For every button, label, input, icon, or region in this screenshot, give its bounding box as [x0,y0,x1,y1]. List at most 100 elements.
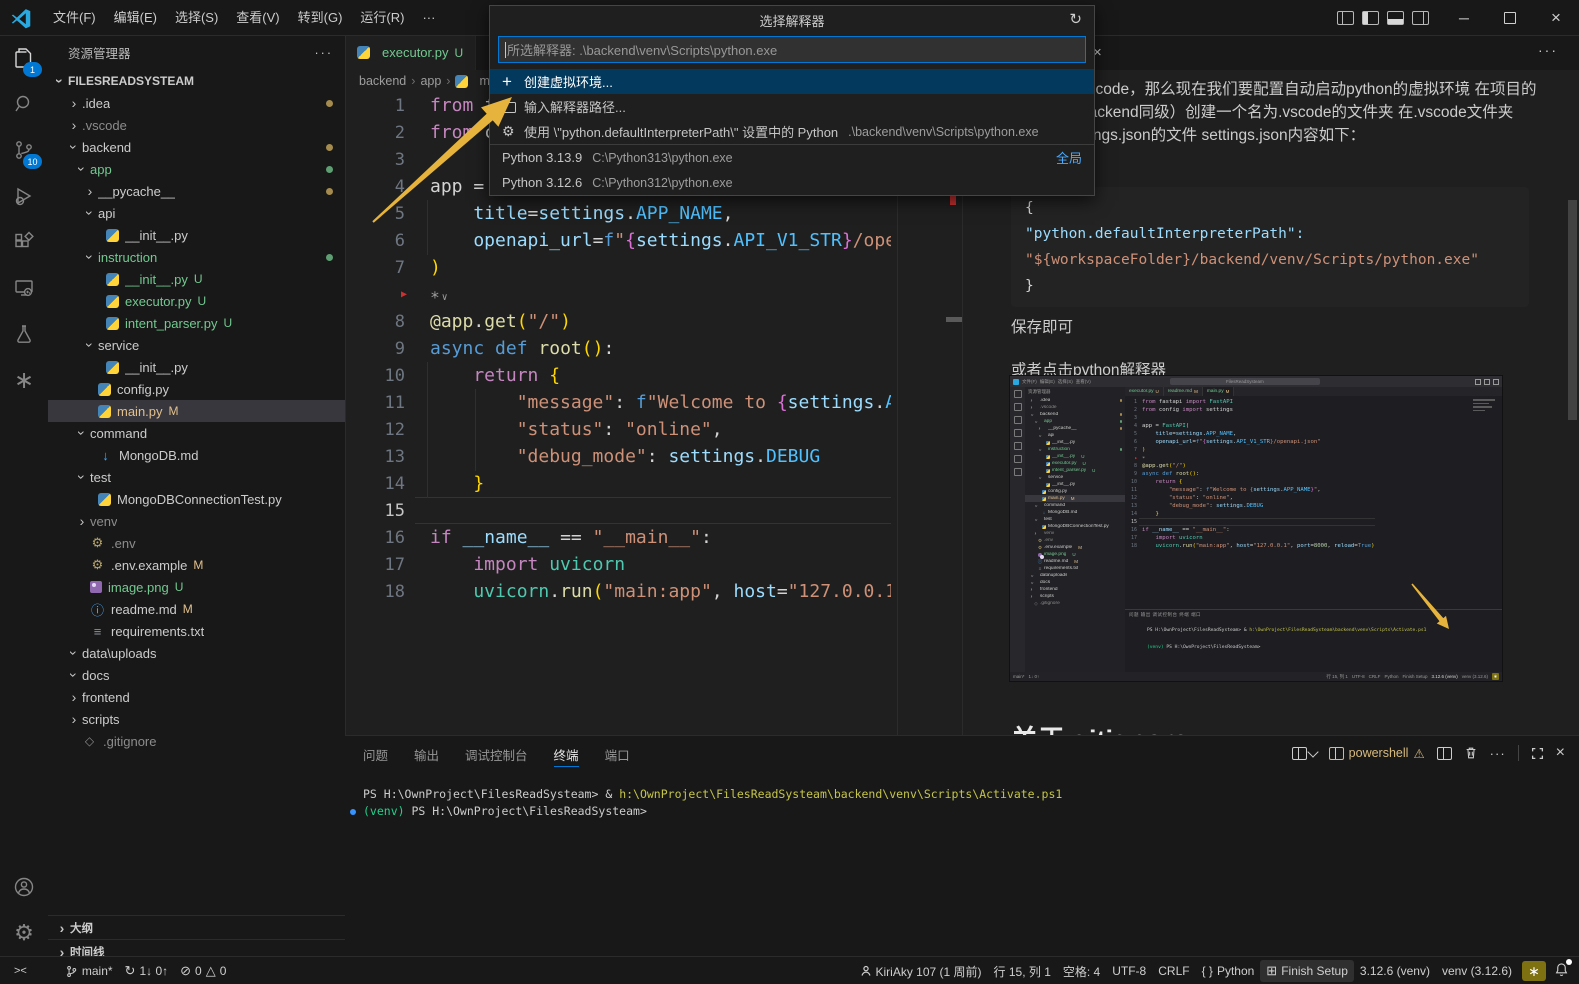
tree-item[interactable]: docs [48,664,345,686]
minimap-slider[interactable] [946,317,962,322]
ai-extension-icon[interactable]: ∗ [0,357,48,403]
git-sync-item[interactable]: ↻1↓ 0↑ [119,960,175,982]
breadcrumb-item[interactable]: app [420,74,441,88]
menu-file[interactable]: 文件(F) [44,7,105,29]
tree-item[interactable]: test [48,466,345,488]
cursor-position-item[interactable]: 行 15, 列 1 [988,960,1057,982]
tree-item[interactable]: requirements.txt [48,620,345,642]
testing-icon[interactable] [0,311,48,357]
remote-indicator[interactable]: >< [8,960,33,982]
tree-item[interactable]: executor.py U [48,290,345,312]
panel-tab[interactable]: 调试控制台 [465,736,528,772]
eol-item[interactable]: CRLF [1152,960,1195,982]
customize-layout-icon[interactable] [1337,11,1354,25]
interpreter-input[interactable]: 所选解释器: .\backend\venv\Scripts\python.exe [498,36,1086,63]
tree-item[interactable]: .env.example M [48,554,345,576]
tree-item[interactable]: scripts [48,708,345,730]
split-terminal-icon[interactable] [1437,747,1452,760]
kill-terminal-icon[interactable] [1464,746,1478,760]
tree-item[interactable]: instruction [48,246,345,268]
run-and-debug-icon[interactable] [0,173,48,219]
remote-explorer-icon[interactable] [0,265,48,311]
panel-tab[interactable]: 问题 [363,736,388,772]
menu-run[interactable]: 运行(R) [351,7,413,29]
toggle-sidebar-icon[interactable] [1362,11,1379,25]
tree-item[interactable]: .idea [48,92,345,114]
encoding-item[interactable]: UTF-8 [1106,960,1152,982]
tree-item[interactable]: app [48,158,345,180]
git-branch-item[interactable]: main* [59,960,119,982]
quickpick-item[interactable]: 创建虚拟环境... [490,69,1094,94]
search-icon[interactable] [0,81,48,127]
extensions-icon[interactable] [0,219,48,265]
tree-item[interactable]: intent_parser.py U [48,312,345,334]
scrollbar-thumb[interactable] [1568,200,1577,420]
terminal-instance-item[interactable]: powershell ⚠ [1329,746,1425,761]
tree-item[interactable]: data\uploads [48,642,345,664]
tree-item[interactable]: .env [48,532,345,554]
venv-item[interactable]: venv (3.12.6) [1436,960,1518,982]
code-line[interactable]: ▶ ∗∨ [345,281,891,308]
tree-item[interactable]: MongoDBConnectionTest.py [48,488,345,510]
tab-executor-py[interactable]: executor.py U [345,35,476,70]
menu-go[interactable]: 转到(G) [289,7,352,29]
blame-item[interactable]: KiriAky 107 (1 周前) [854,960,988,982]
tree-item[interactable]: image.png U [48,576,345,598]
breadcrumb-item[interactable]: backend [359,74,406,88]
code-line[interactable]: 16 ▶ ∗∨ if __name__ == "__main__": [345,524,891,551]
tree-item[interactable]: MongoDB.md [48,444,345,466]
tree-item[interactable]: config.py [48,378,345,400]
more-actions-icon[interactable]: ··· [1490,746,1506,761]
maximize-panel-icon[interactable] [1531,747,1544,760]
tree-item[interactable]: .gitignore [48,730,345,752]
tree-item[interactable]: service [48,334,345,356]
minimize-button[interactable]: ─ [1441,0,1487,35]
launch-profile-icon[interactable] [1292,747,1317,760]
panel-tab[interactable]: 输出 [414,736,439,772]
python-interpreter-item[interactable]: 3.12.6 (venv) [1354,960,1436,982]
quickpick-item[interactable]: 输入解释器路径... [490,94,1094,119]
close-button[interactable]: × [1533,0,1579,35]
problems-item[interactable]: ⊘0 △0 [174,960,232,982]
code-line[interactable]: 18 ▶ ∗∨ uvicorn.run("main:app", host="12… [345,578,891,605]
menu-selection[interactable]: 选择(S) [166,7,227,29]
tree-item[interactable]: backend [48,136,345,158]
tree-item[interactable]: __pycache__ [48,180,345,202]
notifications-bell-icon[interactable] [1554,962,1569,980]
quickpick-item[interactable]: 使用 \"python.defaultInterpreterPath\" 设置中… [490,119,1094,144]
source-control-icon[interactable]: 10 [0,127,48,173]
tree-item[interactable]: venv [48,510,345,532]
explorer-icon[interactable]: 1 [0,35,48,81]
quickpick-item[interactable]: Python 3.13.9 C:\Python313\python.exe 全局 [490,144,1094,170]
menu-more[interactable]: ··· [413,7,444,29]
tree-item[interactable]: __init__.py U [48,268,345,290]
quickpick-item[interactable]: Python 3.12.6 C:\Python312\python.exe [490,170,1094,195]
indentation-item[interactable]: 空格: 4 [1057,960,1106,982]
tree-item[interactable]: __init__.py [48,224,345,246]
settings-gear-icon[interactable]: ⚙ [0,910,48,956]
tree-item[interactable]: readme.md M [48,598,345,620]
outline-section[interactable]: 大纲 [48,915,345,939]
inline-ai-hint-icon[interactable]: ∗∨ [430,285,450,304]
close-panel-icon[interactable]: × [1556,744,1565,762]
accounts-icon[interactable] [0,864,48,910]
code-line[interactable]: 17 ▶ ∗∨ import uvicorn [345,551,891,578]
toggle-panel-icon[interactable] [1387,11,1404,25]
refresh-icon[interactable]: ↻ [1069,10,1082,28]
code-line[interactable]: 15 ▶ ∗∨ [345,497,891,524]
code-line[interactable]: 8 ▶ ∗∨ @app.get("/") [345,308,891,335]
tree-item[interactable]: __init__.py [48,356,345,378]
panel-tab[interactable]: 端口 [605,736,630,772]
explorer-more-actions-icon[interactable]: ··· [315,46,334,60]
tree-item[interactable]: api [48,202,345,224]
finish-setup-item[interactable]: ⊞Finish Setup [1260,960,1354,982]
tree-root-folder[interactable]: FILESREADSYSTEAM [48,70,345,92]
code-line[interactable]: 9 ▶ ∗∨ async def root(): [345,335,891,362]
menu-edit[interactable]: 编辑(E) [105,7,166,29]
menu-view[interactable]: 查看(V) [227,7,288,29]
maximize-button[interactable] [1487,0,1533,35]
tree-item[interactable]: main.py M [48,400,345,422]
editor-actions-more-icon[interactable]: ··· [1538,42,1558,58]
panel-tab[interactable]: 终端 [554,736,579,772]
code-line[interactable]: 7 ▶ ∗∨ ) [345,254,891,281]
